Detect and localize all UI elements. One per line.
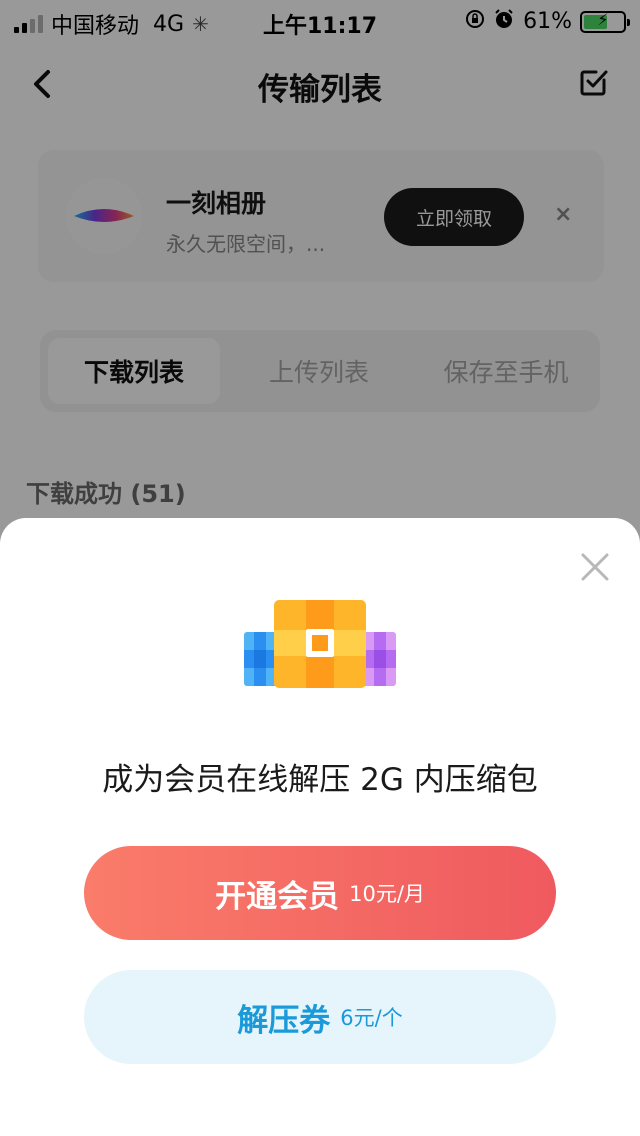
sheet-title: 成为会员在线解压 2G 内压缩包 [102,762,538,798]
ticket-button-price: 6元/个 [340,1006,403,1030]
sheet-close-button[interactable] [578,550,612,584]
bottom-sheet: 成为会员在线解压 2G 内压缩包 开通会员 10元/月 解压券 6元/个 [0,518,640,1136]
vip-button-label: 开通会员 [215,878,340,915]
unzip-ticket-button[interactable]: 解压券 6元/个 [84,970,556,1064]
archive-package-icon [244,600,396,690]
ticket-button-label: 解压券 [237,1002,331,1039]
vip-button-price: 10元/月 [349,882,425,906]
close-icon [581,553,609,581]
screen: 中国移动 4G ✳ 上午11:17 61% ⚡ 传输列表 一刻相册 永久无限空间… [0,0,640,1136]
open-vip-button[interactable]: 开通会员 10元/月 [84,846,556,940]
